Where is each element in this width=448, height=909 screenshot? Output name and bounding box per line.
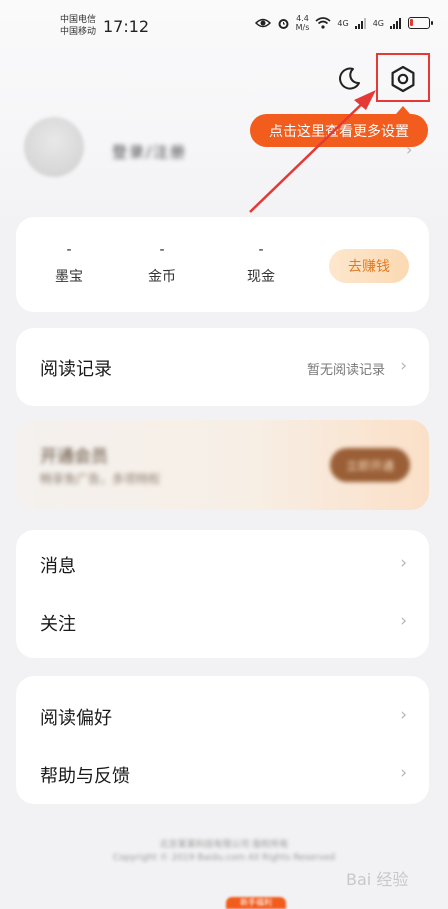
asset-mobao-label: 墨宝 [55,269,83,285]
network-speed: 4.4 M/s [296,14,310,32]
footer-company: 北京某某科技有限公司 版权所有 [159,840,289,850]
reading-history-value: 暂无阅读记录 [306,363,385,378]
bottom-tag: 新手福利 [226,897,286,909]
chevron-right-icon: › [400,705,407,725]
asset-coins-label: 金币 [148,269,176,285]
network-speed-value: 4.4 [296,14,309,23]
chevron-right-icon: › [400,553,407,573]
messages-label: 消息 [40,556,76,577]
moon-icon[interactable] [336,66,362,92]
promo-title: 开通会员 [40,447,108,467]
footer-copyright: Copyright © 2019 Baidu.com All Rights Re… [112,853,336,863]
chevron-right-icon: › [400,763,407,783]
network-type-2: 4G [372,18,384,28]
status-icons: 4.4 M/s 4G 4G [254,14,433,32]
assets-card: - 墨宝 - 金币 - 现金 去赚钱 [16,217,429,312]
login-register-label[interactable]: 登录/注册 [112,141,187,162]
status-time: 17:12 [103,17,150,36]
network-speed-unit: M/s [295,23,310,32]
settings-highlight-box [376,53,430,102]
chevron-right-icon: › [400,356,407,376]
carrier-2: 中国移动 [60,27,97,37]
carrier-1: 中国电信 [60,15,97,25]
alarm-icon [278,18,289,29]
reading-preferences-label: 阅读偏好 [40,708,112,729]
signal-icon-2 [390,17,401,29]
asset-cash[interactable]: - 现金 [231,242,291,286]
wifi-icon [315,17,331,29]
carrier-labels: 中国电信 中国移动 [60,14,96,38]
eye-icon [254,18,271,28]
reading-history-title: 阅读记录 [40,359,112,380]
promo-button[interactable]: 立即开通 [330,448,410,482]
asset-coins-value: - [159,242,165,258]
network-type-1: 4G [337,18,349,28]
reading-history-row[interactable]: 阅读记录 暂无阅读记录 › [16,328,429,406]
status-bar: 中国电信 中国移动 17:12 4.4 M/s 4G 4G [0,0,448,50]
asset-mobao[interactable]: - 墨宝 [39,242,99,286]
promo-banner[interactable]: 开通会员 畅享免广告，多项特权 立即开通 [16,420,429,510]
asset-cash-label: 现金 [247,269,275,285]
chevron-right-icon: › [400,611,407,631]
list-card-messages: 消息 › 关注 › [16,530,429,658]
battery-level [410,19,413,26]
asset-mobao-value: - [66,242,72,258]
signal-icon [354,17,366,29]
battery-icon [408,17,433,29]
settings-tooltip: 点击这里查看更多设置 [250,114,428,147]
asset-coins[interactable]: - 金币 [132,242,192,286]
asset-cash-value: - [258,242,264,258]
baidu-watermark: Bai 经验 [346,870,409,889]
earn-money-button[interactable]: 去赚钱 [329,249,409,283]
promo-subtitle: 畅享免广告，多项特权 [40,472,161,486]
avatar[interactable] [24,117,84,177]
list-card-preferences: 阅读偏好 › 帮助与反馈 › [16,676,429,804]
follow-label: 关注 [40,614,76,635]
tooltip-pointer [396,106,410,114]
help-feedback-label: 帮助与反馈 [40,766,130,787]
profile-chevron-icon: › [406,140,413,159]
